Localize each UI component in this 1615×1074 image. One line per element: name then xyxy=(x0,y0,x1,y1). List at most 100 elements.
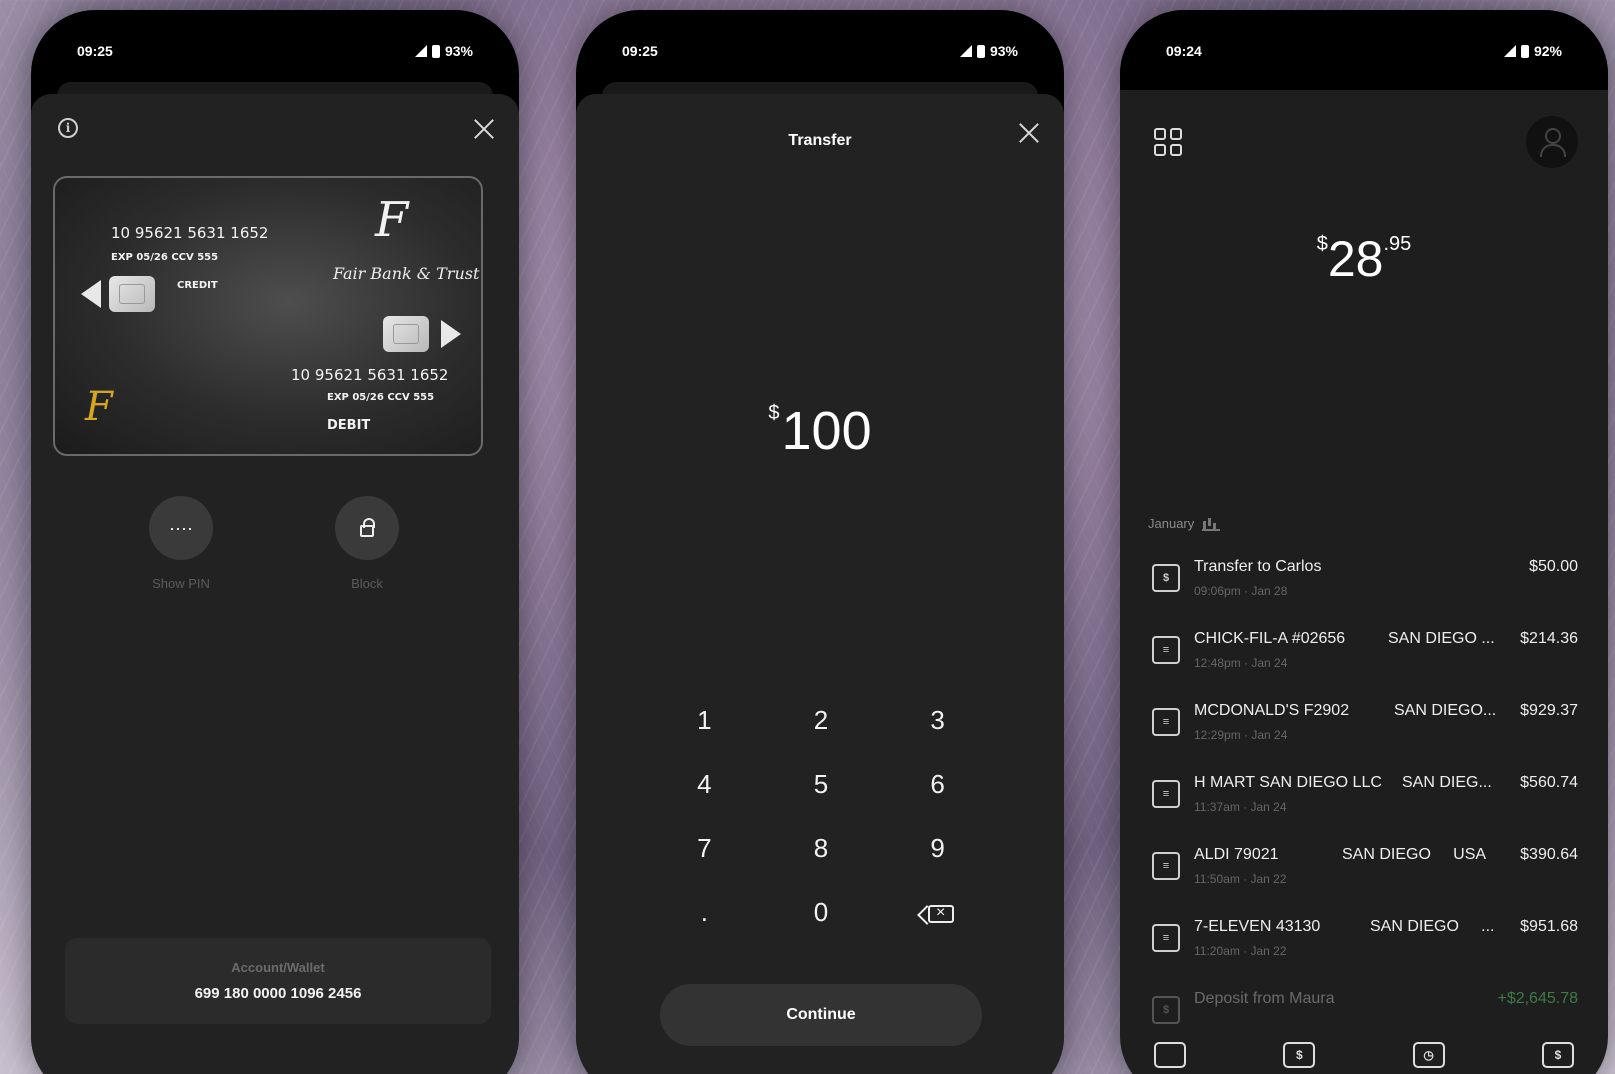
receipt-icon: ≡ xyxy=(1152,636,1180,664)
receipt-icon: ≡ xyxy=(1152,708,1180,736)
battery-percent: 93% xyxy=(444,43,473,59)
continue-button[interactable]: Continue xyxy=(660,984,982,1046)
number-keypad: 1 2 3 4 5 6 7 8 9 . 0 xyxy=(646,702,996,930)
transaction-time: 12:48pm · Jan 24 xyxy=(1194,656,1288,670)
dots-icon: ···· xyxy=(169,517,193,538)
debit-card-number: 10 95621 5631 1652 xyxy=(291,366,449,384)
amount-value: 100 xyxy=(781,401,872,461)
bank-logo: F xyxy=(375,192,409,248)
transaction-amount: $390.64 xyxy=(1520,846,1578,863)
transaction-time: 11:20am · Jan 22 xyxy=(1194,944,1287,958)
credit-card-exp: EXP 05/26 CCV 555 xyxy=(111,252,219,263)
transaction-name: Deposit from Maura xyxy=(1194,990,1335,1007)
debit-label: DEBIT xyxy=(327,418,371,433)
balance-whole: 28 xyxy=(1327,231,1384,287)
key-decimal[interactable]: . xyxy=(646,894,763,930)
transaction-row[interactable]: ≡ ALDI 79021 SAN DIEGO USA $390.64 11:50… xyxy=(1152,846,1578,898)
battery-percent: 92% xyxy=(1533,43,1562,59)
transaction-time: 12:29pm · Jan 24 xyxy=(1194,728,1288,742)
page-title: Transfer xyxy=(788,132,852,149)
transaction-name: 7-ELEVEN 43130 xyxy=(1194,918,1321,935)
show-pin-button[interactable]: ···· xyxy=(149,496,213,560)
previous-arrow-icon[interactable] xyxy=(81,280,101,308)
balance-cents: .95 xyxy=(1383,233,1412,255)
status-bar: 09:25 93% xyxy=(622,40,1018,62)
key-6[interactable]: 6 xyxy=(879,766,996,802)
currency-symbol: $ xyxy=(768,402,780,424)
receipt-icon: ≡ xyxy=(1152,780,1180,808)
account-label: Account/Wallet xyxy=(231,960,325,975)
key-3[interactable]: 3 xyxy=(879,702,996,738)
lock-icon xyxy=(360,518,375,537)
key-7[interactable]: 7 xyxy=(646,830,763,866)
backspace-icon xyxy=(927,897,954,929)
transaction-row[interactable]: ≡ H MART SAN DIEGO LLC SAN DIEG... $560.… xyxy=(1152,774,1578,826)
receipt-icon: ≡ xyxy=(1152,924,1180,952)
backspace-key[interactable] xyxy=(879,894,996,930)
key-8[interactable]: 8 xyxy=(763,830,880,866)
chip-icon xyxy=(383,316,429,352)
transaction-amount: $560.74 xyxy=(1520,774,1578,791)
transaction-location: SAN DIEGO USA xyxy=(1342,846,1487,863)
signal-icon xyxy=(414,45,427,57)
phone-transfer-screen: 09:25 93% Transfer $100 1 2 3 4 5 6 7 8 … xyxy=(576,10,1064,1074)
month-header[interactable]: January xyxy=(1148,516,1221,531)
close-icon[interactable] xyxy=(1018,122,1040,144)
qr-code-icon[interactable] xyxy=(1154,128,1182,156)
transaction-row[interactable]: $ Deposit from Maura +$2,645.78 xyxy=(1152,990,1578,1042)
battery-icon xyxy=(431,44,440,58)
transfer-icon: $ xyxy=(1152,564,1180,592)
transaction-row[interactable]: ≡ CHICK-FIL-A #02656 SAN DIEGO ... $214.… xyxy=(1152,630,1578,682)
transaction-location: SAN DIEGO ... xyxy=(1370,918,1495,935)
month-label: January xyxy=(1148,516,1195,531)
currency-symbol: $ xyxy=(1316,233,1328,255)
block-button[interactable] xyxy=(335,496,399,560)
transaction-location: SAN DIEGO ... xyxy=(1388,630,1495,647)
transaction-amount: $50.00 xyxy=(1529,558,1578,575)
account-balance: $28.95 xyxy=(1120,230,1608,288)
next-arrow-icon[interactable] xyxy=(441,320,461,348)
key-5[interactable]: 5 xyxy=(763,766,880,802)
account-wallet-box[interactable]: Account/Wallet 699 180 0000 1096 2456 xyxy=(65,938,491,1024)
key-9[interactable]: 9 xyxy=(879,830,996,866)
status-time: 09:25 xyxy=(622,43,658,59)
receipt-icon: ≡ xyxy=(1152,852,1180,880)
block-label: Block xyxy=(351,576,383,591)
signal-icon xyxy=(1503,45,1516,57)
battery-percent: 93% xyxy=(989,43,1018,59)
transaction-row[interactable]: $ Transfer to Carlos $50.00 09:06pm · Ja… xyxy=(1152,558,1578,610)
activity-nav-icon[interactable]: ◷ xyxy=(1412,1042,1445,1068)
card-nav-icon[interactable] xyxy=(1154,1042,1186,1068)
money-nav-icon[interactable]: $ xyxy=(1283,1042,1316,1068)
status-bar-overlay: 09:24 92% xyxy=(1166,40,1562,62)
transaction-time: 11:37am · Jan 24 xyxy=(1194,800,1287,814)
battery-icon xyxy=(1520,44,1529,58)
chip-icon xyxy=(109,276,155,312)
transaction-amount: $214.36 xyxy=(1520,630,1578,647)
key-0[interactable]: 0 xyxy=(763,894,880,930)
key-1[interactable]: 1 xyxy=(646,702,763,738)
transaction-location: SAN DIEG... xyxy=(1402,774,1492,791)
status-bar: 09:25 93% xyxy=(77,40,473,62)
info-icon[interactable]: i xyxy=(58,118,78,138)
account-number: 699 180 0000 1096 2456 xyxy=(194,985,362,1002)
transaction-name: Transfer to Carlos xyxy=(1194,558,1322,575)
credit-label: CREDIT xyxy=(177,280,218,291)
transaction-row[interactable]: ≡ 7-ELEVEN 43130 SAN DIEGO ... $951.68 1… xyxy=(1152,918,1578,970)
transaction-amount: $951.68 xyxy=(1520,918,1578,935)
chart-icon xyxy=(1202,517,1221,531)
bank-name: Fair Bank & Trust xyxy=(333,264,480,283)
payment-card[interactable]: 10 95621 5631 1652 EXP 05/26 CCV 555 CRE… xyxy=(53,176,483,456)
transaction-amount: $929.37 xyxy=(1520,702,1578,719)
profile-avatar-icon[interactable] xyxy=(1526,116,1578,168)
key-4[interactable]: 4 xyxy=(646,766,763,802)
key-2[interactable]: 2 xyxy=(763,702,880,738)
deposit-icon: $ xyxy=(1152,996,1180,1024)
transaction-name: MCDONALD'S F2902 xyxy=(1194,702,1350,719)
status-time: 09:25 xyxy=(77,43,113,59)
transaction-row[interactable]: ≡ MCDONALD'S F2902 SAN DIEGO... $929.37 … xyxy=(1152,702,1578,754)
close-icon[interactable] xyxy=(473,118,495,140)
signal-icon xyxy=(959,45,972,57)
debit-card-exp: EXP 05/26 CCV 555 xyxy=(327,392,435,403)
add-money-nav-icon[interactable]: $ xyxy=(1541,1042,1574,1068)
